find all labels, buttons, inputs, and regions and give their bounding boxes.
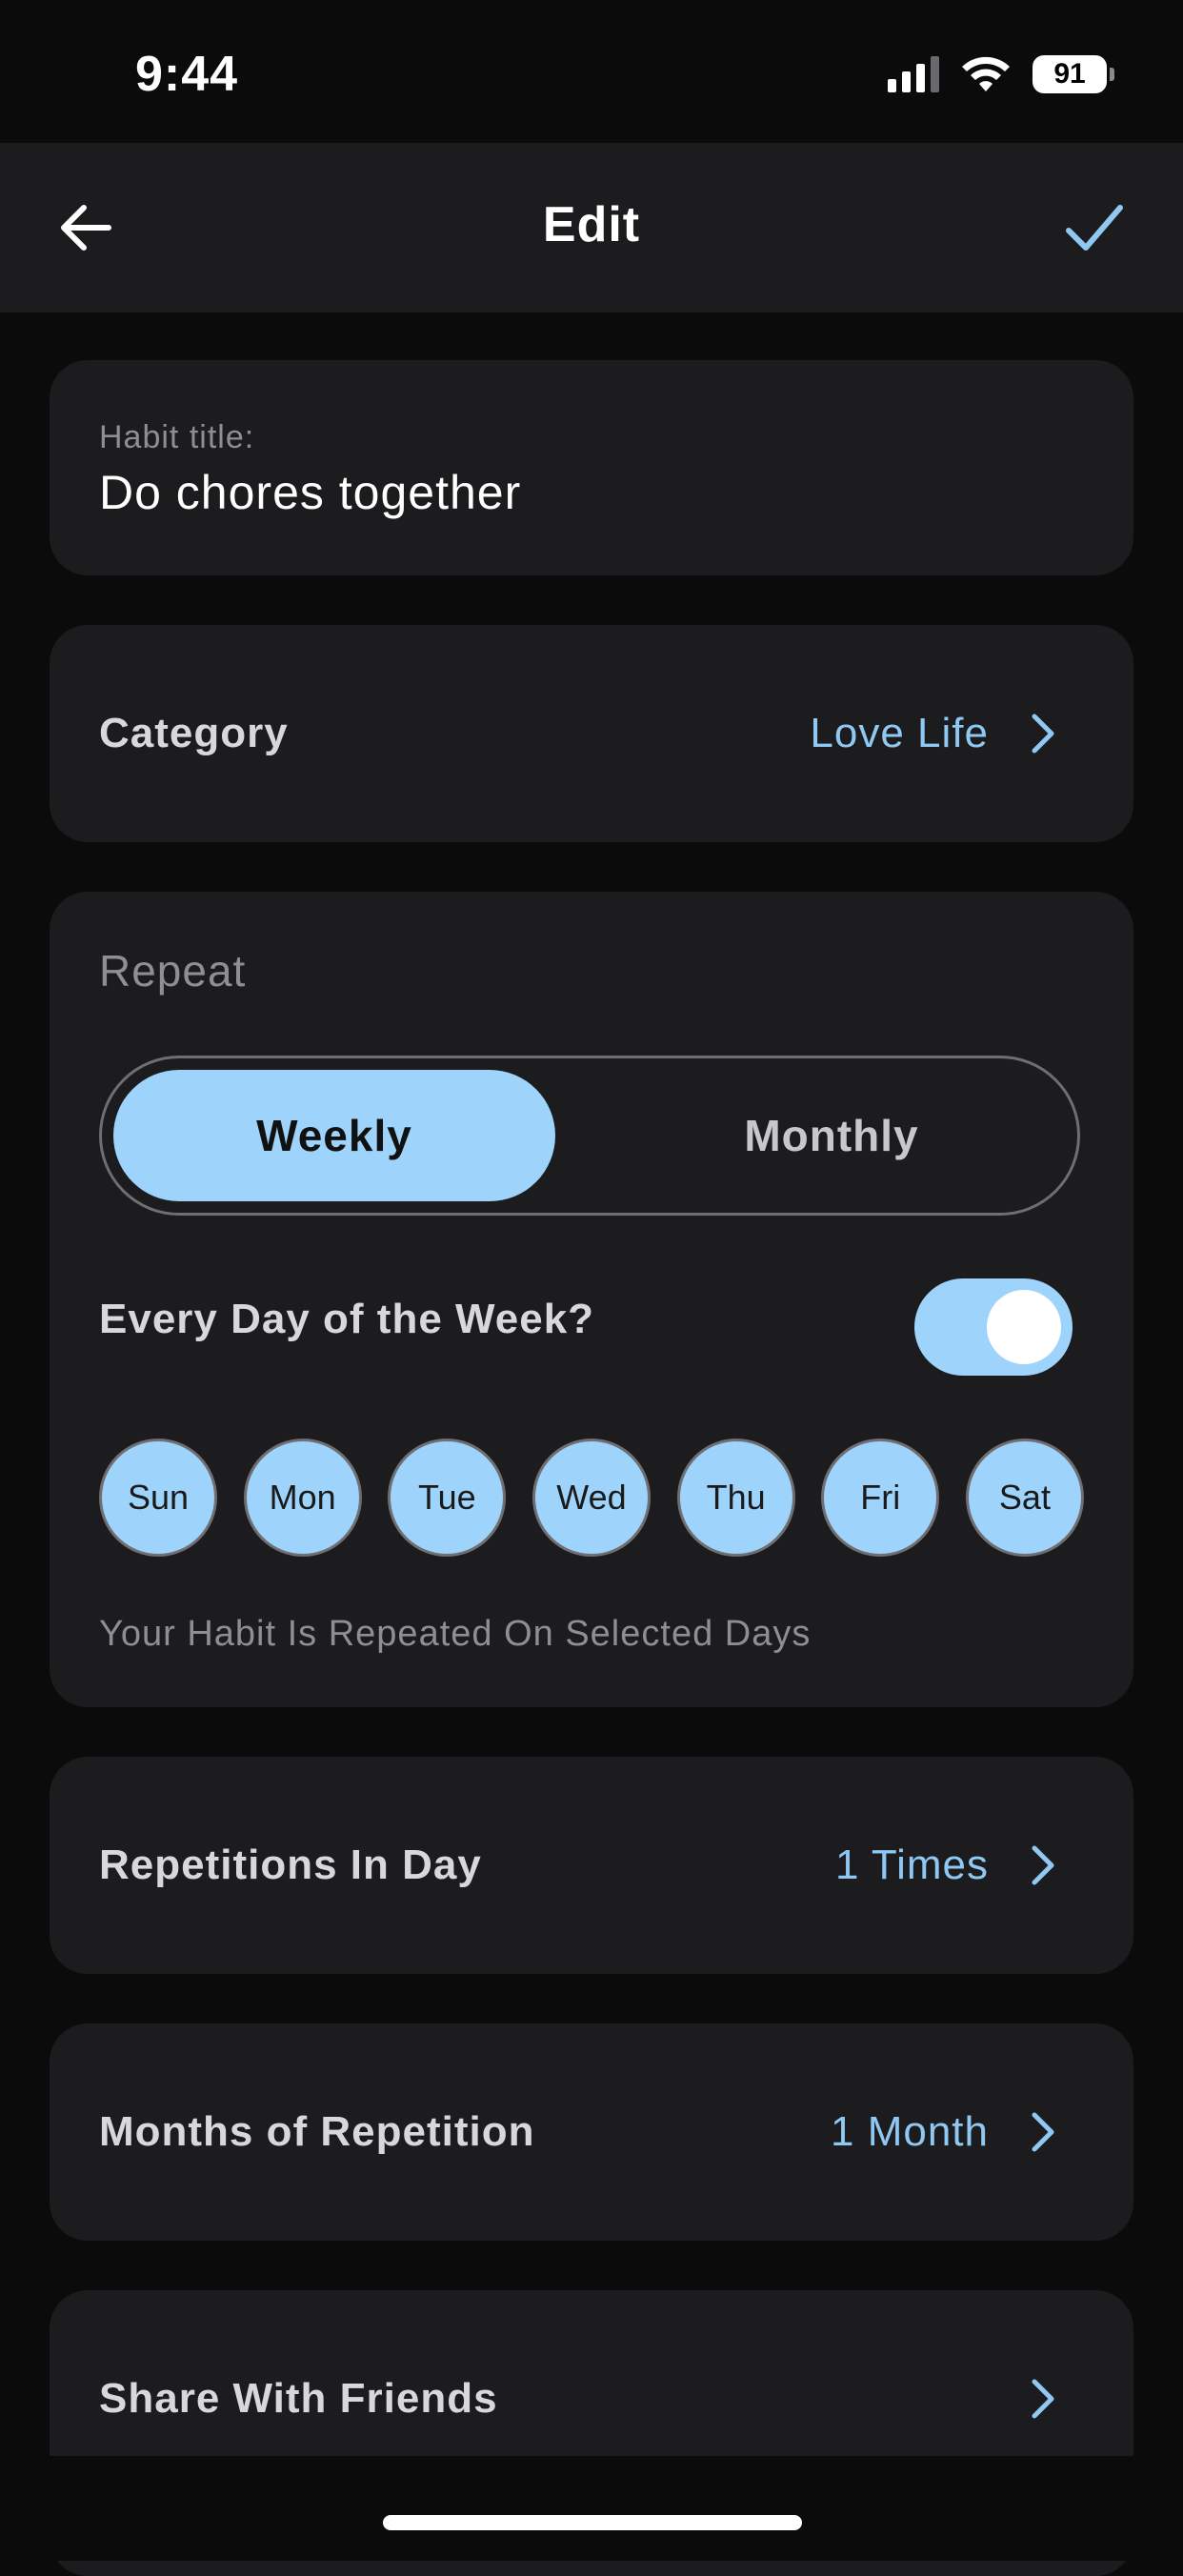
home-indicator[interactable] — [383, 2515, 802, 2530]
repetitions-label: Repetitions In Day — [99, 1841, 482, 1888]
wifi-icon — [962, 56, 1010, 91]
signal-icon — [888, 56, 939, 92]
repetitions-row[interactable]: Repetitions In Day 1 Times — [50, 1757, 1133, 1974]
category-value: Love Life — [810, 710, 989, 756]
day-wed[interactable]: Wed — [531, 1439, 651, 1557]
page-title: Edit — [542, 197, 641, 252]
day-mon[interactable]: Mon — [243, 1439, 362, 1557]
status-bar: 9:44 91 — [0, 0, 1183, 143]
day-sat[interactable]: Sat — [965, 1439, 1084, 1557]
toggle-knob — [987, 1290, 1061, 1364]
day-selector: Sun Mon Tue Wed Thu Fri Sat — [99, 1439, 1084, 1557]
chevron-right-icon — [1032, 1845, 1054, 1885]
chevron-right-icon — [1032, 714, 1054, 754]
category-label: Category — [99, 710, 289, 756]
every-day-label: Every Day of the Week? — [99, 1296, 595, 1342]
repeat-title: Repeat — [99, 946, 247, 996]
day-sun[interactable]: Sun — [99, 1439, 217, 1557]
day-fri[interactable]: Fri — [821, 1439, 940, 1557]
status-time: 9:44 — [135, 47, 239, 102]
day-thu[interactable]: Thu — [676, 1439, 795, 1557]
repetitions-value: 1 Times — [834, 1841, 989, 1888]
habit-title-input[interactable]: Do chores together — [99, 465, 521, 520]
day-tue[interactable]: Tue — [388, 1439, 507, 1557]
months-value: 1 Month — [831, 2108, 989, 2155]
months-label: Months of Repetition — [99, 2108, 535, 2155]
chevron-right-icon — [1032, 2112, 1054, 2152]
weekly-segment[interactable]: Weekly — [113, 1070, 555, 1201]
category-row[interactable]: Category Love Life — [50, 625, 1133, 842]
chevron-right-icon — [1032, 2379, 1054, 2419]
navigation-bar: Edit — [0, 143, 1183, 312]
monthly-segment[interactable]: Monthly — [597, 1070, 1066, 1201]
every-day-toggle[interactable] — [914, 1278, 1073, 1376]
repeat-hint: Your Habit Is Repeated On Selected Days — [99, 1614, 812, 1654]
bottom-area — [0, 2456, 1183, 2561]
battery-icon: 91 — [1033, 55, 1114, 93]
checkmark-icon[interactable] — [1061, 194, 1128, 261]
months-row[interactable]: Months of Repetition 1 Month — [50, 2023, 1133, 2241]
status-icons: 91 — [888, 55, 1114, 93]
repeat-segmented-control: Weekly Monthly — [99, 1056, 1080, 1216]
habit-title-label: Habit title: — [99, 419, 255, 455]
habit-title-field[interactable]: Habit title: Do chores together — [50, 360, 1133, 575]
repeat-card: Repeat Weekly Monthly Every Day of the W… — [50, 892, 1133, 1707]
